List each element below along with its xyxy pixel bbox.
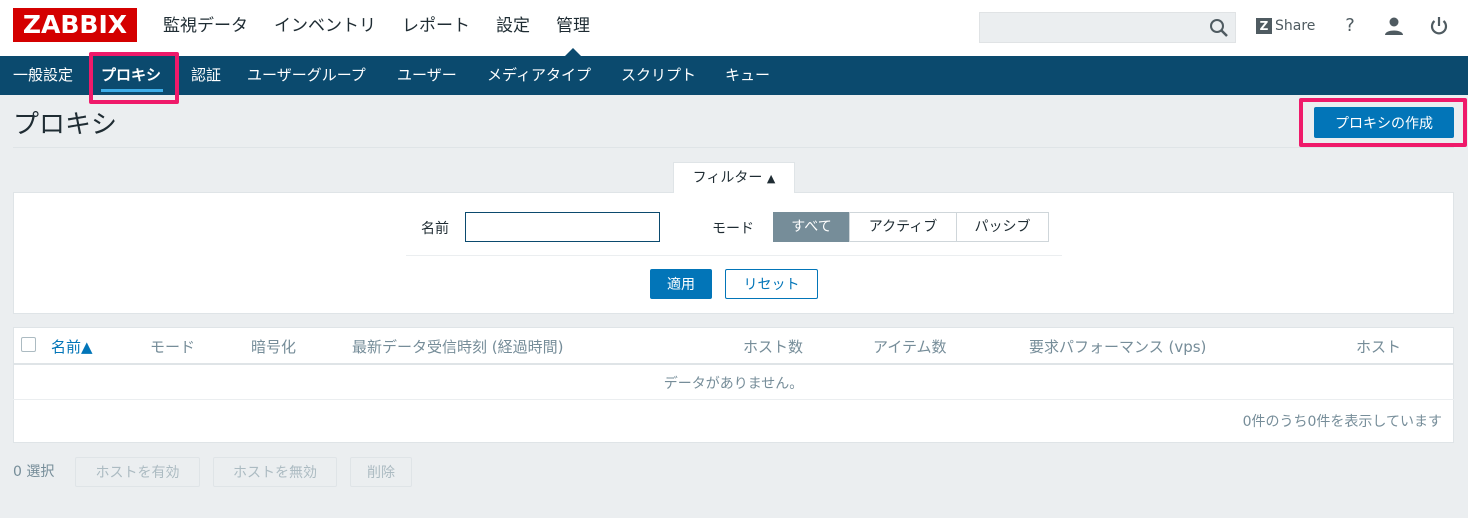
filter-tab[interactable]: フィルター ▲ [673,162,795,193]
highlight-box-proxies [89,52,179,104]
submenu-media-types[interactable]: メディアタイプ [487,56,591,95]
column-header-mode: モード [150,338,196,356]
share-link[interactable]: Z Share [1256,16,1315,36]
paging-info: 0件のうち0件を表示しています [1242,414,1442,430]
zabbix-logo[interactable]: ZABBIX [13,8,137,42]
submenu-users[interactable]: ユーザー [397,56,457,95]
mode-option-all[interactable]: すべて [773,212,850,242]
share-label: Share [1275,18,1316,34]
table-header-divider [13,363,1454,365]
no-data-message: データがありません。 [663,376,804,392]
column-header-encryption: 暗号化 [251,338,297,356]
share-icon: Z [1256,18,1272,34]
menu-item-monitoring[interactable]: 監視データ [163,0,248,56]
submenu-user-groups[interactable]: ユーザーグループ [247,56,366,95]
triangle-up-icon: ▲ [766,172,776,185]
apply-button[interactable]: 適用 [650,269,712,299]
disable-hosts-button[interactable]: ホストを無効 [213,457,337,487]
highlight-box-create [1299,98,1467,147]
column-header-required-performance: 要求パフォーマンス (vps) [1029,338,1207,356]
submenu-scripts[interactable]: スクリプト [621,56,696,95]
submenu-authentication[interactable]: 認証 [191,56,221,95]
column-header-hosts: ホスト [1356,338,1402,356]
table-row-divider [13,399,1454,400]
page-title: プロキシ [13,110,118,140]
user-icon[interactable] [1382,14,1406,38]
column-header-last-seen: 最新データ受信時刻 (経過時間) [352,338,564,356]
menu-item-reports[interactable]: レポート [402,0,470,56]
submenu-general[interactable]: 一般設定 [13,56,73,95]
menu-item-administration[interactable]: 管理 [556,0,590,57]
search-icon[interactable] [1209,18,1229,38]
name-label: 名前 [421,221,449,237]
mode-label: モード [712,221,754,237]
mode-option-passive[interactable]: パッシブ [956,212,1049,242]
selected-count: 0 選択 [13,464,55,480]
column-header-host-count: ホスト数 [743,338,804,356]
name-filter-input[interactable] [465,212,660,242]
filter-tab-label: フィルター [692,170,763,186]
main-menu: 監視データ インベントリ レポート 設定 管理 [163,0,616,57]
menu-item-configuration[interactable]: 設定 [496,0,530,56]
mode-option-active[interactable]: アクティブ [849,212,957,242]
sub-menu: 一般設定 プロキシ 認証 ユーザーグループ ユーザー メディアタイプ スクリプト… [0,56,1468,95]
submenu-queue[interactable]: キュー [725,56,770,95]
filter-divider [406,255,1062,256]
enable-hosts-button[interactable]: ホストを有効 [75,457,200,487]
global-search-input[interactable] [979,12,1236,43]
top-bar: ZABBIX 監視データ インベントリ レポート 設定 管理 Z Share ? [0,0,1468,57]
delete-button[interactable]: 削除 [350,457,412,487]
header-divider [13,147,1454,148]
help-icon[interactable]: ? [1338,14,1362,38]
power-icon[interactable] [1427,14,1451,38]
column-header-name[interactable]: 名前▲ [51,336,93,357]
column-header-item-count: アイテム数 [873,338,947,356]
select-all-checkbox[interactable] [21,337,36,352]
reset-button[interactable]: リセット [725,269,818,299]
menu-item-inventory[interactable]: インベントリ [274,0,376,56]
